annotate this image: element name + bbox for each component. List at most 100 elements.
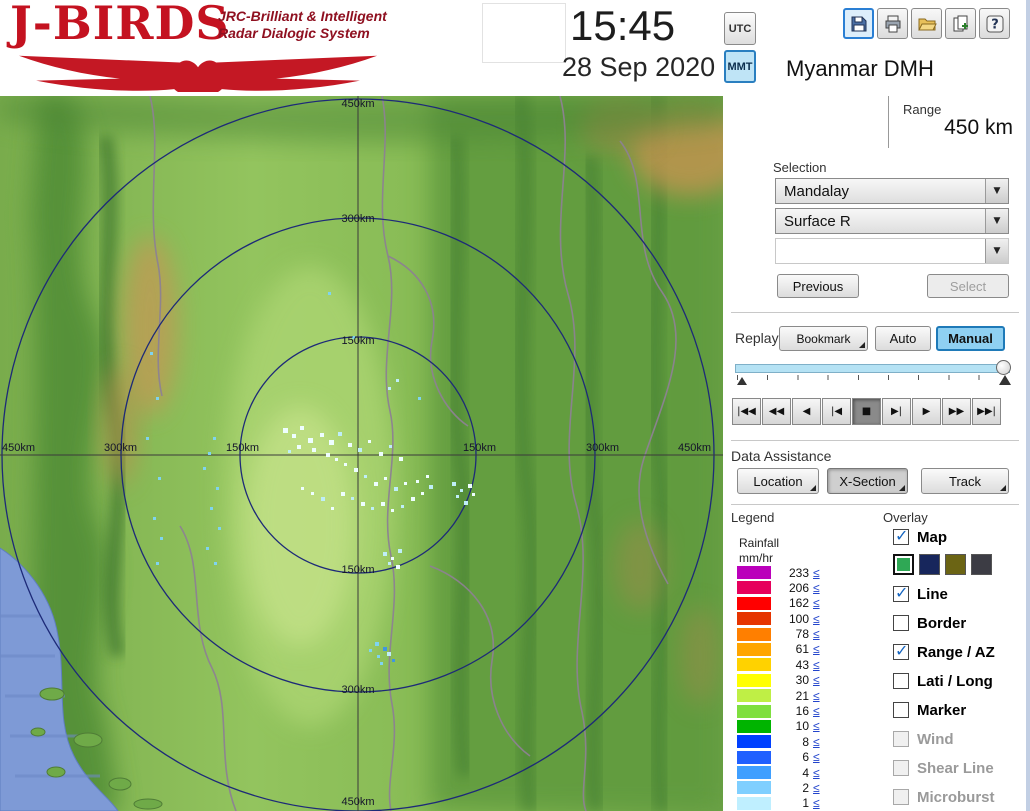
legend-color-swatch <box>737 673 771 687</box>
map-style-swatch[interactable] <box>971 554 992 575</box>
legend-lte-symbol[interactable]: ≤ <box>813 566 820 580</box>
overlay-item-marker[interactable]: Marker <box>893 699 966 721</box>
track-button[interactable]: Track <box>921 468 1009 494</box>
radar-map[interactable]: 450km 300km 150km 150km 300km 450km 450k… <box>0 96 723 811</box>
legend-row: 6 ≤ <box>737 750 820 764</box>
bookmark-button-label: Bookmark <box>796 331 851 346</box>
legend-lte-symbol[interactable]: ≤ <box>813 719 820 733</box>
extra-dropdown[interactable]: ▼ <box>775 238 1009 264</box>
timeline-thumb[interactable] <box>996 360 1011 375</box>
map-style-swatch[interactable] <box>945 554 966 575</box>
mmt-button[interactable]: MMT <box>724 50 756 83</box>
overlay-item-wind[interactable]: Wind <box>893 728 954 750</box>
checkbox[interactable] <box>893 760 909 776</box>
map-style-swatch[interactable] <box>919 554 940 575</box>
svg-text:?: ? <box>991 17 999 32</box>
step-back-button[interactable]: |◀ <box>822 398 851 425</box>
location-button-label: Location <box>753 473 803 489</box>
legend-value: 30 <box>795 673 809 688</box>
save-icon <box>851 16 866 31</box>
legend-lte-symbol[interactable]: ≤ <box>813 627 820 641</box>
legend-color-swatch <box>737 750 771 764</box>
overlay-item-shear-line[interactable]: Shear Line <box>893 757 994 779</box>
skip-last-button[interactable]: ▶▶| <box>972 398 1001 425</box>
legend-lte-symbol[interactable]: ≤ <box>813 596 820 610</box>
checkbox[interactable] <box>893 583 909 602</box>
map-style-swatch[interactable] <box>893 554 914 575</box>
site-dropdown[interactable]: Mandalay ▼ <box>775 178 1009 204</box>
legend-unit-line2: mm/hr <box>739 551 773 565</box>
ring-label: 450km <box>341 98 375 110</box>
playback-controls: |◀◀ ◀◀ ◀ |◀ ■ ▶| ▶ ▶▶ ▶▶| <box>732 398 1001 425</box>
overlay-item-lati-long[interactable]: Lati / Long <box>893 670 993 692</box>
print-button[interactable] <box>877 8 908 39</box>
range-label: Range <box>903 102 942 117</box>
checkbox[interactable] <box>893 615 909 631</box>
checkbox[interactable] <box>893 641 909 660</box>
overlay-item-microburst[interactable]: Microburst <box>893 786 995 808</box>
ring-label: 450km <box>341 796 375 808</box>
overlay-item-border[interactable]: Border <box>893 612 966 634</box>
manual-button[interactable]: Manual <box>936 326 1005 351</box>
utc-button[interactable]: UTC <box>724 12 756 45</box>
legend-lte-symbol[interactable]: ≤ <box>813 642 820 656</box>
legend-lte-symbol[interactable]: ≤ <box>813 766 820 780</box>
overlay-item-line[interactable]: Line <box>893 583 948 605</box>
select-button[interactable]: Select <box>927 274 1009 298</box>
legend-color-swatch <box>737 596 771 610</box>
legend-value: 206 <box>788 580 809 595</box>
corner-triangle-icon <box>899 485 905 491</box>
overlay-item-label: Border <box>917 614 967 632</box>
corner-triangle-icon <box>810 485 816 491</box>
step-forward-button[interactable]: ▶| <box>882 398 911 425</box>
checkbox[interactable] <box>893 789 909 805</box>
legend-color-swatch <box>737 642 771 656</box>
play-backward-button[interactable]: ◀ <box>792 398 821 425</box>
legend-lte-symbol[interactable]: ≤ <box>813 658 820 672</box>
help-button[interactable]: ? <box>979 8 1010 39</box>
legend-row: 10 ≤ <box>737 719 820 734</box>
overlay-item-map[interactable]: Map <box>893 526 947 548</box>
timeline-track[interactable] <box>735 364 1010 373</box>
bookmark-button[interactable]: Bookmark <box>779 326 868 351</box>
location-button[interactable]: Location <box>737 468 819 494</box>
legend-lte-symbol[interactable]: ≤ <box>813 796 820 810</box>
checkbox[interactable] <box>893 673 909 689</box>
legend-value: 8 <box>802 734 809 749</box>
legend-lte-symbol[interactable]: ≤ <box>813 673 820 687</box>
add-document-button[interactable] <box>945 8 976 39</box>
play-button[interactable]: ▶ <box>912 398 941 425</box>
legend-lte-symbol[interactable]: ≤ <box>813 612 820 626</box>
auto-button[interactable]: Auto <box>875 326 931 351</box>
checkbox[interactable] <box>893 526 909 545</box>
legend-lte-symbol[interactable]: ≤ <box>813 735 820 749</box>
logo-subtitle-line1: JRC-Brilliant & Intelligent <box>218 8 387 24</box>
legend-color-swatch <box>737 766 771 780</box>
product-dropdown[interactable]: Surface R ▼ <box>775 208 1009 234</box>
checkbox[interactable] <box>893 702 909 718</box>
overlay-item-range-az[interactable]: Range / AZ <box>893 641 995 663</box>
legend-lte-symbol[interactable]: ≤ <box>813 581 820 595</box>
save-button[interactable] <box>843 8 874 39</box>
legend-row: 21 ≤ <box>737 689 820 703</box>
timeline-end-marker-icon[interactable] <box>999 375 1011 385</box>
checkbox[interactable] <box>893 731 909 747</box>
fast-rewind-button[interactable]: ◀◀ <box>762 398 791 425</box>
chevron-down-icon[interactable]: ▼ <box>985 239 1008 263</box>
open-button[interactable] <box>911 8 942 39</box>
legend-value: 10 <box>795 719 809 734</box>
stop-button[interactable]: ■ <box>852 398 881 425</box>
data-assistance-label: Data Assistance <box>731 448 832 464</box>
fast-forward-button[interactable]: ▶▶ <box>942 398 971 425</box>
x-section-button[interactable]: X-Section <box>827 468 908 494</box>
legend-lte-symbol[interactable]: ≤ <box>813 704 820 718</box>
skip-first-button[interactable]: |◀◀ <box>732 398 761 425</box>
legend-lte-symbol[interactable]: ≤ <box>813 689 820 703</box>
timeline-start-marker-icon[interactable] <box>737 377 747 385</box>
legend-lte-symbol[interactable]: ≤ <box>813 750 820 764</box>
chevron-down-icon[interactable]: ▼ <box>985 209 1008 233</box>
legend-row: 1 ≤ <box>737 796 820 810</box>
legend-lte-symbol[interactable]: ≤ <box>813 781 820 795</box>
previous-button[interactable]: Previous <box>777 274 859 298</box>
chevron-down-icon[interactable]: ▼ <box>985 179 1008 203</box>
